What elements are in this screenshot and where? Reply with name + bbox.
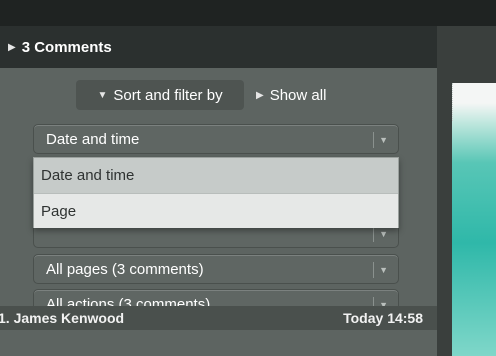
top-toolbar bbox=[0, 0, 496, 26]
show-all-disclosure-icon: ▶ bbox=[256, 89, 264, 101]
sort-and-filter-label: Sort and filter by bbox=[113, 86, 223, 104]
comments-header[interactable]: ▶ 3 Comments bbox=[0, 26, 437, 68]
dropdown-option-page[interactable]: Page bbox=[34, 193, 398, 228]
comment-author: 1. James Kenwood bbox=[0, 310, 125, 326]
comment-time: Today 14:58 bbox=[343, 310, 423, 326]
dropdown-option-date-and-time[interactable]: Date and time bbox=[34, 158, 398, 193]
page-crop-mark bbox=[452, 83, 496, 121]
comment-list-item[interactable]: 1. James Kenwood Today 14:58 bbox=[0, 306, 437, 330]
show-all-label: Show all bbox=[269, 86, 327, 104]
sort-filter-bar: ▼ Sort and filter by ▶ Show all bbox=[0, 68, 437, 128]
pages-filter-value: All pages (3 comments) bbox=[46, 260, 204, 278]
sort-by-dropdown-menu: Date and time Page bbox=[33, 157, 399, 228]
show-all-link[interactable]: ▶ Show all bbox=[256, 80, 326, 110]
chevron-down-icon: ▼ bbox=[373, 262, 388, 278]
sort-disclosure-icon: ▼ bbox=[97, 89, 108, 101]
page-preview-thumbnail[interactable] bbox=[452, 83, 496, 356]
sort-and-filter-button[interactable]: ▼ Sort and filter by bbox=[76, 80, 244, 110]
disclosure-triangle-icon: ▶ bbox=[8, 41, 16, 53]
sort-by-value: Date and time bbox=[46, 130, 140, 148]
sort-by-select[interactable]: Date and time ▼ bbox=[33, 124, 399, 154]
comments-title: 3 Comments bbox=[21, 38, 112, 56]
chevron-down-icon: ▼ bbox=[373, 226, 388, 242]
chevron-down-icon: ▼ bbox=[373, 132, 388, 148]
pages-filter-select[interactable]: All pages (3 comments) ▼ bbox=[33, 254, 399, 284]
